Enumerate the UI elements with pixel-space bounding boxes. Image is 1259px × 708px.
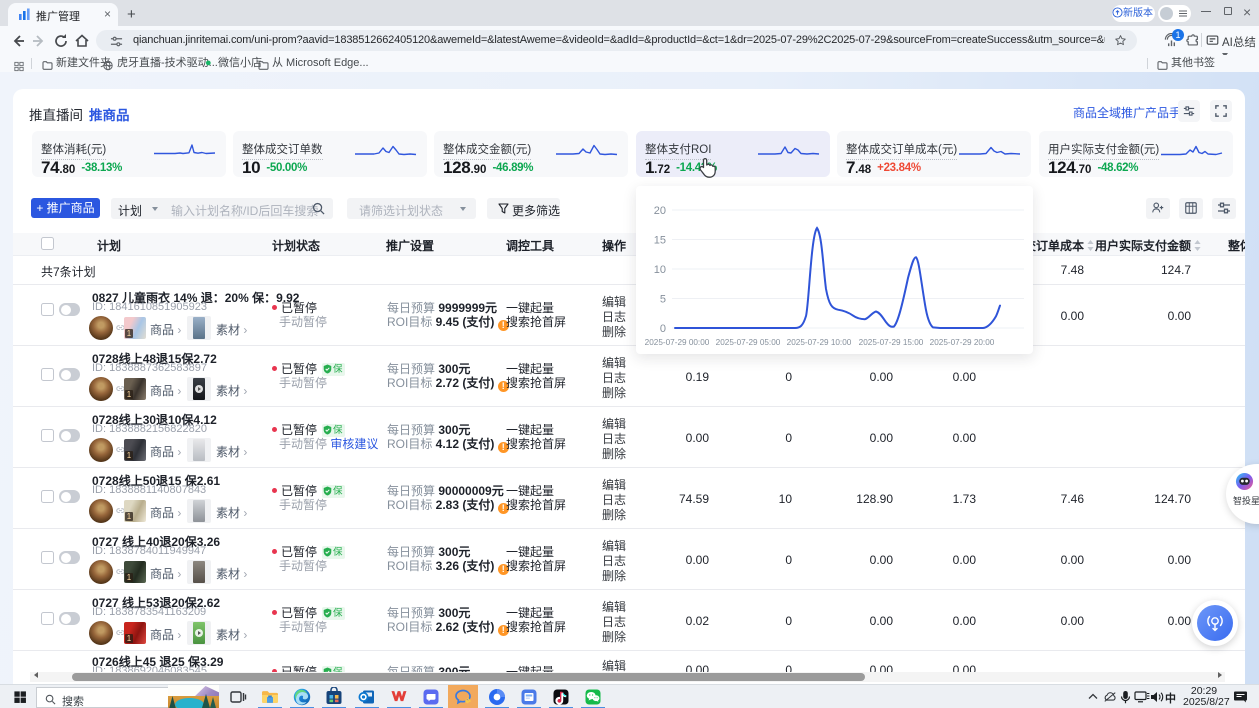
svg-text:2025-07-29 00:00: 2025-07-29 00:00 bbox=[645, 338, 710, 347]
svg-text:5: 5 bbox=[660, 294, 666, 306]
svg-text:0: 0 bbox=[660, 323, 666, 335]
svg-text:15: 15 bbox=[654, 235, 666, 247]
svg-text:2025-07-29 05:00: 2025-07-29 05:00 bbox=[716, 338, 781, 347]
svg-text:2025-07-29 20:00: 2025-07-29 20:00 bbox=[930, 338, 995, 347]
svg-text:20: 20 bbox=[654, 205, 666, 217]
svg-text:10: 10 bbox=[654, 264, 666, 276]
svg-text:2025-07-29 10:00: 2025-07-29 10:00 bbox=[787, 338, 852, 347]
svg-text:2025-07-29 15:00: 2025-07-29 15:00 bbox=[859, 338, 924, 347]
